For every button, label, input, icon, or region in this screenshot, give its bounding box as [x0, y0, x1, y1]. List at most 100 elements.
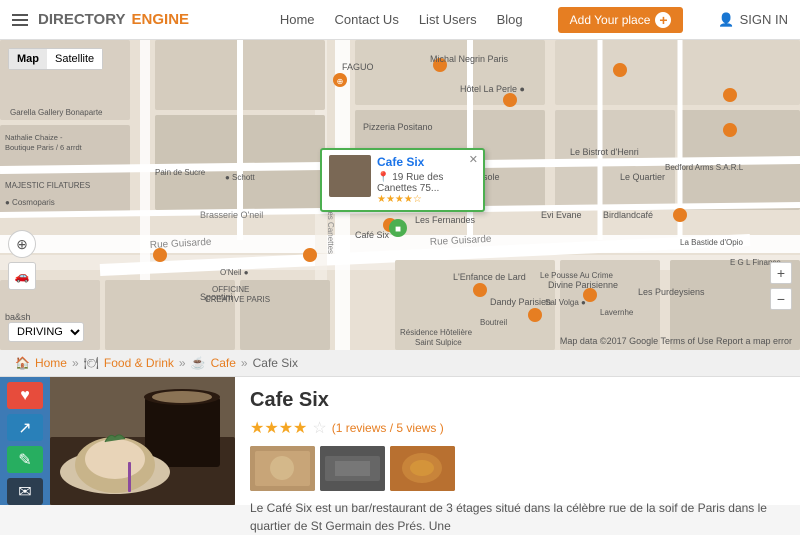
- svg-text:Saint Sulpice: Saint Sulpice: [415, 338, 462, 347]
- map-left-controls: ⊕ 🚗: [8, 230, 36, 290]
- stars-filled: ★★★★: [250, 418, 307, 438]
- zoom-out-button[interactable]: −: [770, 288, 792, 310]
- svg-text:FAGUO: FAGUO: [342, 62, 374, 72]
- svg-text:Boutique Paris / 6 arrdt: Boutique Paris / 6 arrdt: [5, 143, 83, 152]
- svg-text:Pain de Sucre: Pain de Sucre: [155, 168, 206, 177]
- edit-icon: ✎: [18, 450, 31, 470]
- thumbnail-2[interactable]: [320, 446, 385, 491]
- popup-stars: ★★★★☆: [377, 194, 476, 205]
- svg-text:La Bastide d'Opio: La Bastide d'Opio: [680, 238, 743, 247]
- popup-close-button[interactable]: ✕: [469, 153, 478, 166]
- logo-engine: ENGINE: [132, 11, 190, 28]
- nav-list-users[interactable]: List Users: [419, 12, 477, 27]
- thumbnail-row: [250, 446, 785, 491]
- nav-blog[interactable]: Blog: [497, 12, 523, 27]
- breadcrumb-home[interactable]: Home: [35, 356, 67, 370]
- svg-text:MAJESTIC FILATURES: MAJESTIC FILATURES: [5, 181, 90, 190]
- svg-text:Michal Negrin Paris: Michal Negrin Paris: [430, 54, 509, 64]
- thumbnail-3[interactable]: [390, 446, 455, 491]
- svg-text:Les Purdeysiens: Les Purdeysiens: [638, 287, 705, 297]
- svg-text:● Schott: ● Schott: [225, 173, 256, 182]
- svg-text:Pizzeria Positano: Pizzeria Positano: [363, 122, 433, 132]
- plus-icon: +: [655, 12, 671, 28]
- heart-icon: ♥: [20, 387, 30, 405]
- map-view-button[interactable]: Map: [9, 49, 47, 69]
- bottom-section: ♥ ↗ ✎ ✉: [0, 377, 800, 505]
- breadcrumb-sep-3: »: [241, 356, 248, 370]
- popup-thumbnail: [329, 155, 371, 197]
- breadcrumb-food-drink[interactable]: Food & Drink: [104, 356, 174, 370]
- map-toggle: Map Satellite: [8, 48, 103, 70]
- svg-text:Hôtel La Perle ●: Hôtel La Perle ●: [460, 84, 525, 94]
- svg-text:⊕: ⊕: [337, 77, 344, 86]
- place-info: Cafe Six ★★★★ ☆ (1 reviews / 5 views ): [235, 377, 800, 505]
- thumbnail-1[interactable]: [250, 446, 315, 491]
- share-button[interactable]: ↗: [7, 414, 43, 441]
- sign-in-button[interactable]: 👤 SIGN IN: [718, 12, 788, 28]
- cafe-icon: ☕: [191, 356, 206, 370]
- svg-text:Dandy Parisien: Dandy Parisien: [490, 297, 551, 307]
- main-nav: Home Contact Us List Users Blog Add Your…: [280, 7, 788, 33]
- logo-directory: DIRECTORY: [38, 11, 126, 28]
- favorite-button[interactable]: ♥: [7, 382, 43, 409]
- svg-text:ba&sh: ba&sh: [5, 312, 31, 322]
- svg-text:OFFICINE: OFFICINE: [212, 285, 249, 294]
- svg-text:O'Neil ●: O'Neil ●: [220, 268, 249, 277]
- rating-info[interactable]: (1 reviews / 5 views ): [332, 421, 444, 435]
- svg-text:Bedford Arms S.A.R.L: Bedford Arms S.A.R.L: [665, 163, 744, 172]
- location-button[interactable]: ⊕: [8, 230, 36, 258]
- zoom-in-button[interactable]: +: [770, 262, 792, 284]
- svg-text:■: ■: [395, 224, 401, 235]
- add-place-button[interactable]: Add Your place +: [558, 7, 684, 33]
- svg-text:● Cosmoparis: ● Cosmoparis: [5, 198, 55, 207]
- place-photo: [50, 377, 235, 505]
- svg-text:Brasserie O'neil: Brasserie O'neil: [200, 210, 263, 220]
- star-rating: ★★★★ ☆ (1 reviews / 5 views ): [250, 418, 785, 438]
- svg-text:Birdlandcafé: Birdlandcafé: [603, 210, 653, 220]
- popup-place-name[interactable]: Cafe Six: [377, 155, 476, 169]
- svg-text:Le Quartier: Le Quartier: [620, 172, 665, 182]
- sidebar-icons: ♥ ↗ ✎ ✉: [0, 377, 50, 505]
- popup-address: 📍 19 Rue des Canettes 75...: [377, 172, 476, 194]
- map-zoom-controls: + −: [770, 262, 792, 310]
- svg-text:Le Bistrot d'Henri: Le Bistrot d'Henri: [570, 147, 639, 157]
- svg-text:Café Six: Café Six: [355, 230, 390, 240]
- breadcrumb-sep-1: »: [72, 356, 79, 370]
- add-place-label: Add Your place: [570, 13, 651, 27]
- pin-icon: 📍: [377, 172, 389, 183]
- travel-mode-select[interactable]: DRIVING: [8, 322, 84, 342]
- message-button[interactable]: ✉: [7, 478, 43, 505]
- svg-text:Evi Evane: Evi Evane: [541, 210, 582, 220]
- breadcrumb-sep-2: »: [179, 356, 186, 370]
- message-icon: ✉: [18, 482, 31, 502]
- edit-button[interactable]: ✎: [7, 446, 43, 473]
- breadcrumb-cafe[interactable]: Cafe: [211, 356, 236, 370]
- map-popup: Cafe Six 📍 19 Rue des Canettes 75... ★★★…: [320, 148, 485, 212]
- nav-contact[interactable]: Contact Us: [335, 12, 399, 27]
- map-attribution: Map data ©2017 Google Terms of Use Repor…: [560, 336, 792, 346]
- svg-text:Le Pousse Au Crime: Le Pousse Au Crime: [540, 271, 613, 280]
- breadcrumb-icon: 🏠: [15, 356, 30, 370]
- star-empty: ☆: [312, 418, 326, 438]
- driving-select-container: DRIVING: [8, 322, 84, 342]
- sign-in-label: SIGN IN: [740, 12, 788, 27]
- svg-text:Nathalie Chaize -: Nathalie Chaize -: [5, 133, 63, 142]
- breadcrumb: 🏠 Home » 🍽 Food & Drink » ☕ Cafe » Cafe …: [0, 350, 800, 377]
- nav-home[interactable]: Home: [280, 12, 315, 27]
- user-icon: 👤: [718, 12, 734, 28]
- place-description: Le Café Six est un bar/restaurant de 3 é…: [250, 499, 785, 535]
- car-mode-button[interactable]: 🚗: [8, 262, 36, 290]
- svg-text:CREATIVE PARIS: CREATIVE PARIS: [205, 295, 270, 304]
- svg-text:Les Fernandes: Les Fernandes: [415, 215, 476, 225]
- place-name: Cafe Six: [250, 389, 785, 412]
- svg-text:Garella Gallery Bonaparte: Garella Gallery Bonaparte: [10, 108, 103, 117]
- hamburger-menu[interactable]: [12, 14, 28, 26]
- svg-text:Sal Volga ●: Sal Volga ●: [545, 298, 586, 307]
- svg-text:Lavernhe: Lavernhe: [600, 308, 634, 317]
- food-drink-icon: 🍽: [84, 356, 99, 370]
- satellite-view-button[interactable]: Satellite: [47, 49, 102, 69]
- svg-text:Résidence Hôtelière: Résidence Hôtelière: [400, 328, 473, 337]
- breadcrumb-current: Cafe Six: [253, 356, 298, 370]
- svg-text:L'Enfance de Lard: L'Enfance de Lard: [453, 272, 526, 282]
- header: DIRECTORY ENGINE Home Contact Us List Use…: [0, 0, 800, 40]
